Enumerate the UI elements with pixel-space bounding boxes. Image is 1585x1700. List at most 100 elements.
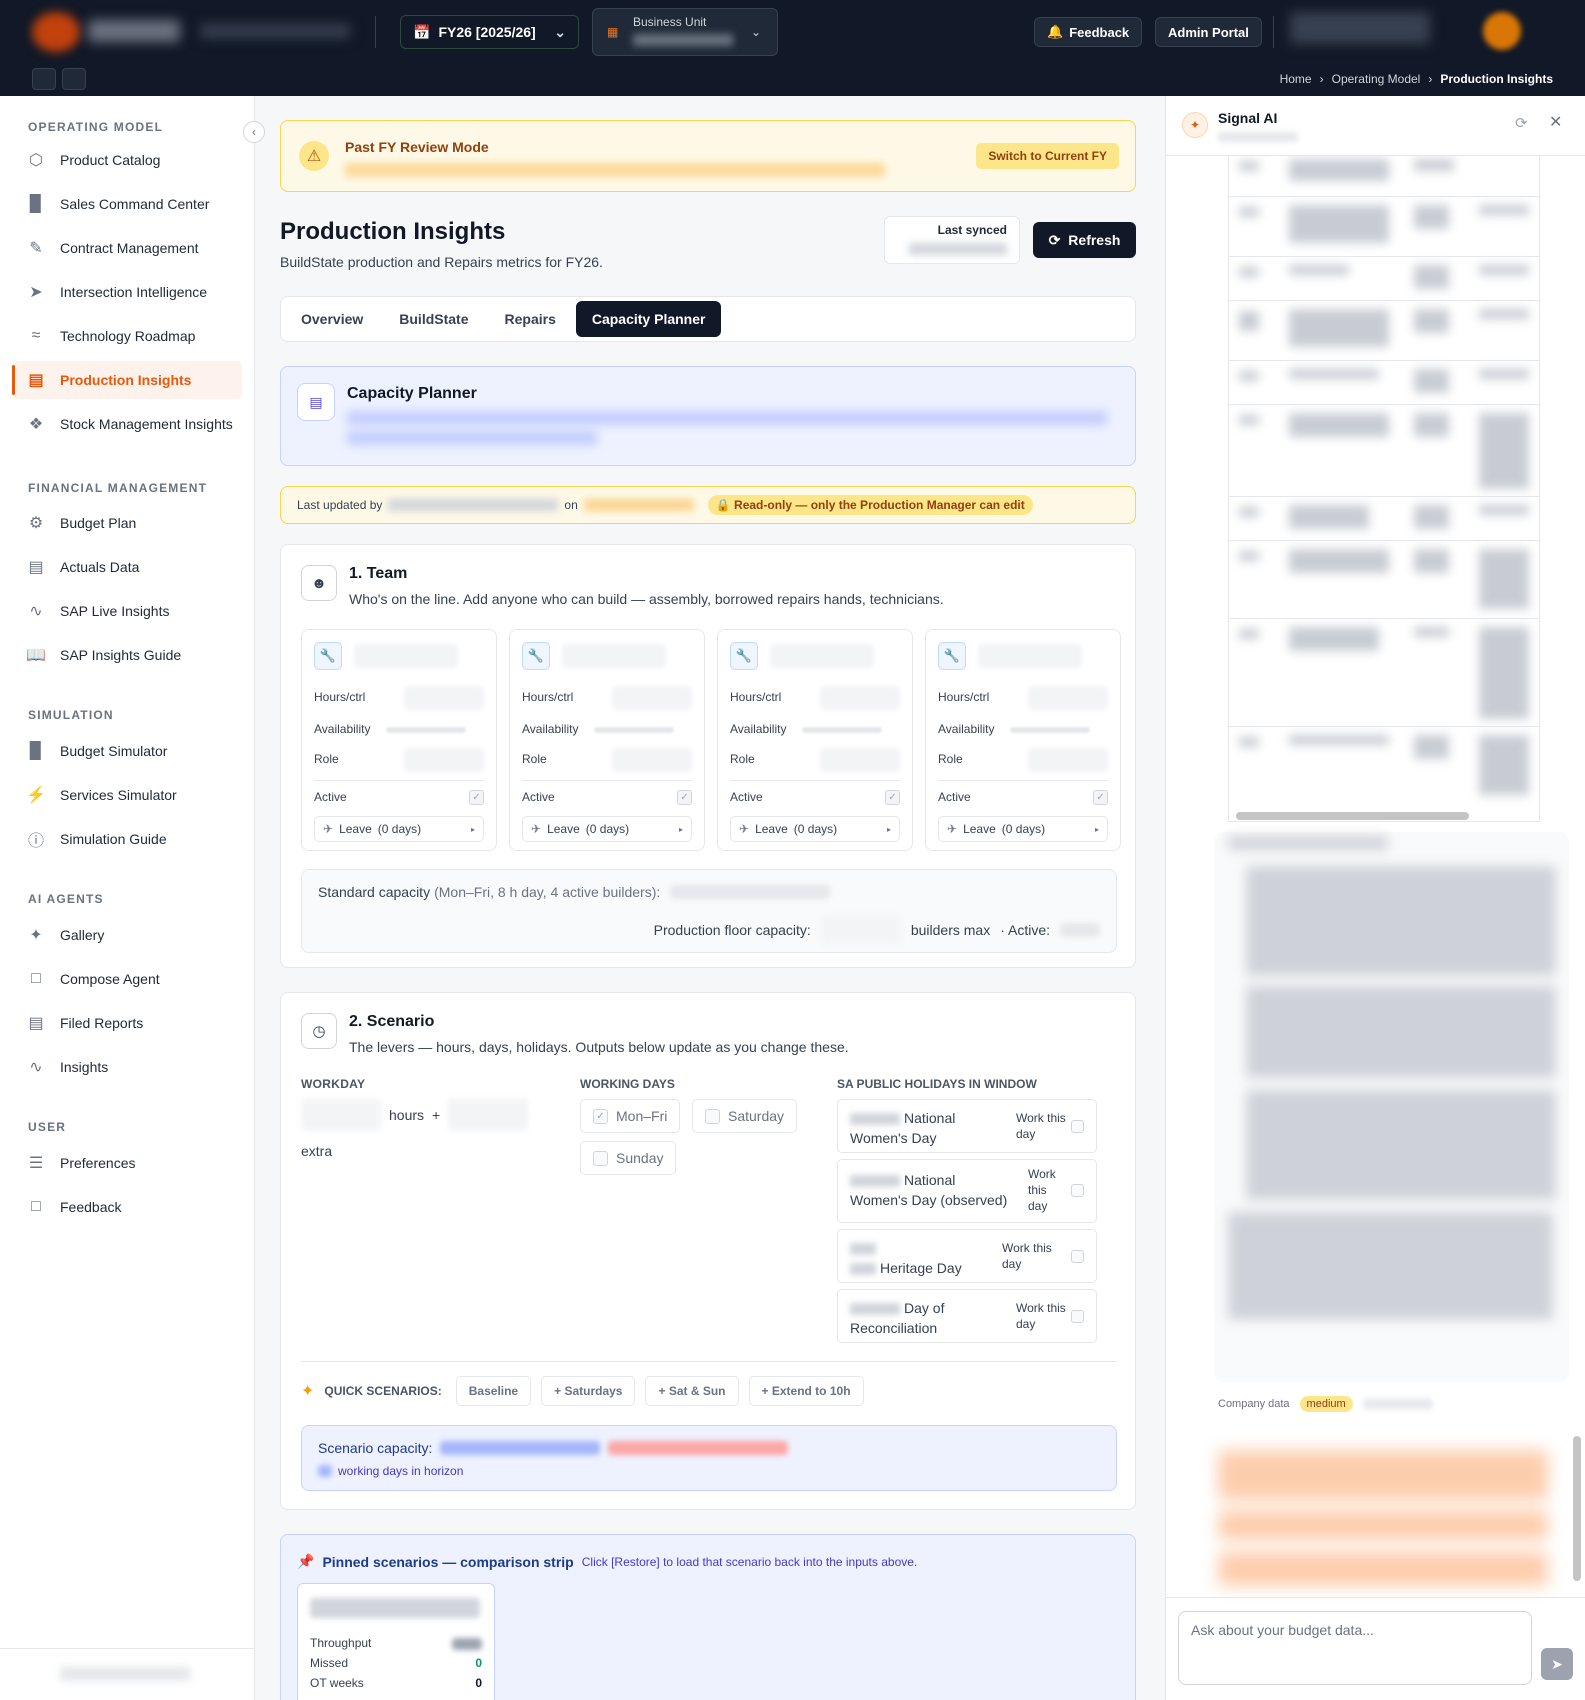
chat-title: Signal AI <box>1218 110 1278 126</box>
box-icon: ⬡ <box>29 152 43 169</box>
toolbar-button[interactable] <box>32 68 56 90</box>
workday-hours-input[interactable] <box>301 1099 381 1131</box>
breadcrumb-home[interactable]: Home <box>1280 72 1312 86</box>
availability-slider[interactable] <box>594 727 674 733</box>
floor-capacity-label: Production floor capacity: <box>653 922 811 938</box>
role-select[interactable] <box>1028 748 1108 772</box>
active-checkbox[interactable]: ✓ <box>469 790 484 805</box>
work-this-day-checkbox[interactable] <box>1071 1184 1084 1197</box>
refresh-button[interactable]: ⟳ Refresh <box>1033 222 1136 258</box>
availability-slider[interactable] <box>1010 727 1090 733</box>
sidebar-item-sap-live-insights[interactable]: ∿ SAP Live Insights <box>12 592 242 630</box>
app-logo[interactable] <box>32 12 80 52</box>
sidebar-item-compose-agent[interactable]: □ Compose Agent <box>12 960 242 998</box>
day-mon-fri-checkbox[interactable]: ✓ Mon–Fri <box>580 1099 681 1133</box>
quick-sat-sun-button[interactable]: + Sat & Sun <box>645 1376 739 1406</box>
user-info[interactable] <box>1290 12 1430 44</box>
sidebar-item-label: Production Insights <box>60 372 192 388</box>
tab-repairs[interactable]: Repairs <box>489 301 572 337</box>
avatar[interactable] <box>1483 12 1521 50</box>
reset-chat-icon[interactable]: ⟳ <box>1515 114 1528 132</box>
suggestion-chip[interactable] <box>1218 1510 1548 1540</box>
sidebar-item-label: Preferences <box>60 1155 136 1171</box>
sidebar-item-budget-simulator[interactable]: ▉ Budget Simulator <box>12 732 242 770</box>
active-checkbox[interactable]: ✓ <box>885 790 900 805</box>
hours-input[interactable] <box>404 686 484 710</box>
leave-dropdown[interactable]: ✈ Leave (0 days) ▸ <box>314 816 484 842</box>
sidebar-item-intersection-intelligence[interactable]: ➤ Intersection Intelligence <box>12 273 242 311</box>
sidebar-item-actuals-data[interactable]: ▤ Actuals Data <box>12 548 242 586</box>
sidebar-item-gallery[interactable]: ✦ Gallery <box>12 916 242 954</box>
extra-hours-input[interactable] <box>448 1099 529 1131</box>
holidays-label: SA PUBLIC HOLIDAYS IN WINDOW <box>837 1077 1037 1091</box>
business-unit-selector[interactable]: ▦ Business Unit ⌄ <box>592 8 778 56</box>
day-saturday-checkbox[interactable]: Saturday <box>692 1099 798 1133</box>
quick-baseline-button[interactable]: Baseline <box>455 1376 532 1406</box>
active-checkbox[interactable]: ✓ <box>1093 790 1108 805</box>
member-name-input[interactable] <box>562 644 666 668</box>
wrench-icon: 🔧 <box>938 642 966 670</box>
toolbar-button[interactable] <box>62 68 86 90</box>
capacity-planner-title: Capacity Planner <box>347 385 477 402</box>
switch-current-fy-button[interactable]: Switch to Current FY <box>976 143 1119 169</box>
availability-slider[interactable] <box>802 727 882 733</box>
tab-overview[interactable]: Overview <box>285 301 379 337</box>
sidebar-item-sales-command-center[interactable]: ▉ Sales Command Center <box>12 185 242 223</box>
tab-capacity-planner[interactable]: Capacity Planner <box>575 301 722 337</box>
role-select[interactable] <box>404 748 484 772</box>
sidebar-item-services-simulator[interactable]: ⚡ Services Simulator <box>12 776 242 814</box>
active-checkbox[interactable]: ✓ <box>677 790 692 805</box>
tab-buildstate[interactable]: BuildState <box>383 301 484 337</box>
breadcrumb-operating-model[interactable]: Operating Model <box>1332 72 1421 86</box>
quick-extend-10h-button[interactable]: + Extend to 10h <box>748 1376 864 1406</box>
sidebar-item-filed-reports[interactable]: ▤ Filed Reports <box>12 1004 242 1042</box>
hours-input[interactable] <box>612 686 692 710</box>
day-sunday-checkbox[interactable]: Sunday <box>580 1141 677 1175</box>
role-select[interactable] <box>612 748 692 772</box>
member-name-input[interactable] <box>770 644 874 668</box>
sidebar-item-feedback[interactable]: □ Feedback <box>12 1188 242 1226</box>
sidebar-item-technology-roadmap[interactable]: ≈ Technology Roadmap <box>12 317 242 355</box>
sidebar-item-label: Contract Management <box>60 240 199 256</box>
sidebar-item-product-catalog[interactable]: ⬡ Product Catalog <box>12 141 242 179</box>
role-select[interactable] <box>820 748 900 772</box>
quick-saturdays-button[interactable]: + Saturdays <box>541 1376 636 1406</box>
bell-icon: 🔔 <box>1047 24 1064 39</box>
sidebar-item-production-insights[interactable]: ▤ Production Insights <box>12 361 242 399</box>
close-icon[interactable]: ✕ <box>1549 112 1562 132</box>
leave-dropdown[interactable]: ✈ Leave (0 days) ▸ <box>938 816 1108 842</box>
table-scrollbar[interactable] <box>1236 812 1469 820</box>
app-tagline <box>200 24 350 38</box>
chat-input[interactable]: Ask about your budget data... <box>1178 1611 1532 1685</box>
sidebar-item-preferences[interactable]: ☰ Preferences <box>12 1144 242 1182</box>
work-this-day-checkbox[interactable] <box>1071 1250 1084 1263</box>
sidebar-item-stock-management-insights[interactable]: ❖ Stock Management Insights <box>12 405 242 443</box>
admin-portal-button[interactable]: Admin Portal <box>1155 17 1262 47</box>
collapse-sidebar-button[interactable]: ‹ <box>243 121 265 143</box>
hours-input[interactable] <box>1028 686 1108 710</box>
hours-input[interactable] <box>820 686 900 710</box>
leave-dropdown[interactable]: ✈ Leave (0 days) ▸ <box>730 816 900 842</box>
chat-text <box>1246 866 1556 976</box>
availability-slider[interactable] <box>386 727 466 733</box>
fy-selector[interactable]: 📅 FY26 [2025/26] ⌄ <box>400 15 579 49</box>
holiday-row: National Women's Day Work this day <box>837 1099 1097 1153</box>
divider <box>301 1361 1117 1362</box>
work-this-day-checkbox[interactable] <box>1071 1310 1084 1323</box>
member-name-input[interactable] <box>354 644 458 668</box>
sidebar-item-sap-insights-guide[interactable]: 📖 SAP Insights Guide <box>12 636 242 674</box>
suggestion-chip[interactable] <box>1218 1552 1548 1586</box>
feedback-button[interactable]: 🔔 Feedback <box>1034 17 1143 47</box>
chat-scrollbar[interactable] <box>1573 1436 1581 1581</box>
work-this-day-checkbox[interactable] <box>1071 1120 1084 1133</box>
sidebar-item-insights[interactable]: ∿ Insights <box>12 1048 242 1086</box>
floor-capacity-input[interactable] <box>820 916 901 944</box>
sidebar-item-budget-plan[interactable]: ⚙ Budget Plan <box>12 504 242 542</box>
sidebar-item-contract-management[interactable]: ✎ Contract Management <box>12 229 242 267</box>
sidebar-item-simulation-guide[interactable]: ⓘ Simulation Guide <box>12 820 242 858</box>
member-name-input[interactable] <box>978 644 1082 668</box>
leave-dropdown[interactable]: ✈ Leave (0 days) ▸ <box>522 816 692 842</box>
suggestion-chip[interactable] <box>1218 1450 1548 1500</box>
chevron-right-icon: ▸ <box>678 824 683 834</box>
send-icon[interactable]: ➤ <box>1541 1648 1573 1680</box>
